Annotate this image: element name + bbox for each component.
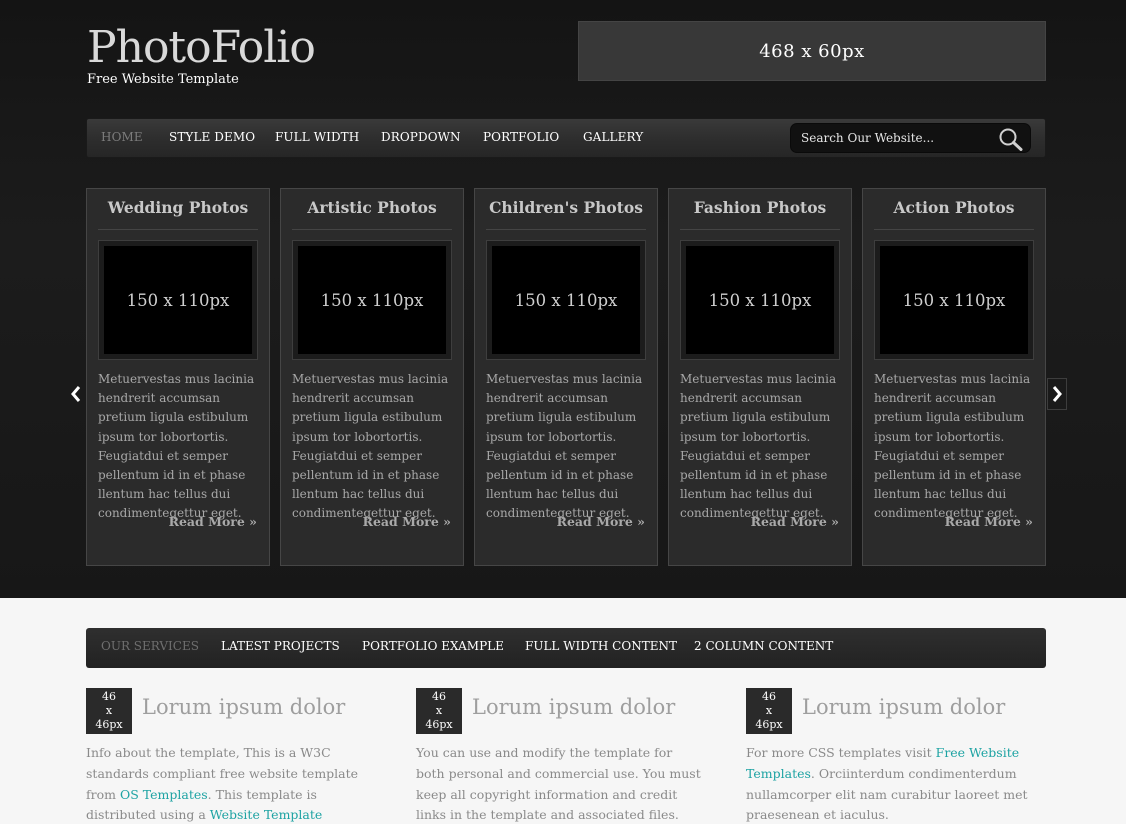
nav-portfolio[interactable]: PORTFOLIO [483,119,559,157]
card-image-placeholder[interactable]: 150 x 110px [880,246,1028,354]
card-image-placeholder[interactable]: 150 x 110px [686,246,834,354]
slider-next-arrow-icon[interactable] [1047,378,1067,410]
card-image-frame: 150 x 110px [292,240,452,360]
card-divider [874,229,1034,230]
tab-portfolio-example[interactable]: PORTFOLIO EXAMPLE [362,628,504,666]
search-icon[interactable] [998,127,1024,151]
search-input[interactable] [801,124,991,152]
service-text: You can use and modify the template for … [416,743,704,824]
read-more-link[interactable]: Read More » [363,514,451,529]
tab-our-services[interactable]: OUR SERVICES [101,628,199,666]
card-image-frame: 150 x 110px [680,240,840,360]
tab-latest-projects[interactable]: LATEST PROJECTS [221,628,340,666]
read-more-link[interactable]: Read More » [751,514,839,529]
slider-card: Action Photos 150 x 110px Metuervestas m… [862,188,1046,566]
slider-card: Children's Photos 150 x 110px Metuervest… [474,188,658,566]
card-divider [98,229,258,230]
nav-dropdown[interactable]: DROPDOWN [381,119,461,157]
card-image-placeholder[interactable]: 150 x 110px [298,246,446,354]
card-image-placeholder[interactable]: 150 x 110px [492,246,640,354]
card-title[interactable]: Fashion Photos [680,198,840,217]
card-body: Metuervestas mus lacinia hendrerit accum… [292,372,449,521]
read-more-link[interactable]: Read More » [945,514,1033,529]
read-more-link[interactable]: Read More » [169,514,257,529]
site-logo[interactable]: PhotoFolio [87,24,316,72]
slider-card: Wedding Photos 150 x 110px Metuervestas … [86,188,270,566]
read-more-link[interactable]: Read More » [557,514,645,529]
card-title[interactable]: Artistic Photos [292,198,452,217]
card-divider [292,229,452,230]
slider-card: Artistic Photos 150 x 110px Metuervestas… [280,188,464,566]
card-body: Metuervestas mus lacinia hendrerit accum… [98,372,255,521]
nav-full-width[interactable]: FULL WIDTH [275,119,359,157]
card-title[interactable]: Wedding Photos [98,198,258,217]
text-segment: You can use and modify the template for … [416,745,701,823]
tab-full-width-content[interactable]: FULL WIDTH CONTENT [525,628,677,666]
icon-label: x [435,704,443,717]
icon-label: x [765,704,773,717]
icon-label: 46 [762,690,776,703]
card-body: Metuervestas mus lacinia hendrerit accum… [680,372,837,521]
service-text: Info about the template, This is a W3C s… [86,743,374,824]
card-divider [680,229,840,230]
ad-banner-placeholder: 468 x 60px [578,21,1046,81]
service-text: For more CSS templates visit Free Websit… [746,743,1034,824]
service-icon-placeholder: 46 x 46px [416,688,462,734]
slider-prev-arrow-icon[interactable] [66,378,86,410]
service-title: Lorum ipsum dolor [472,695,676,719]
service-icon-placeholder: 46 x 46px [86,688,132,734]
nav-home[interactable]: HOME [101,119,143,157]
os-templates-link[interactable]: OS Templates [120,787,208,802]
nav-style-demo[interactable]: STYLE DEMO [169,119,255,157]
text-segment: For more CSS templates visit [746,745,936,760]
card-body: Metuervestas mus lacinia hendrerit accum… [486,372,643,521]
card-title[interactable]: Action Photos [874,198,1034,217]
card-title[interactable]: Children's Photos [486,198,646,217]
slider-card: Fashion Photos 150 x 110px Metuervestas … [668,188,852,566]
card-image-frame: 150 x 110px [98,240,258,360]
icon-label: 46 [432,690,446,703]
card-body: Metuervestas mus lacinia hendrerit accum… [874,372,1031,521]
service-title: Lorum ipsum dolor [142,695,346,719]
service-icon-placeholder: 46 x 46px [746,688,792,734]
header-area: PhotoFolio Free Website Template 468 x 6… [0,0,1126,598]
services-tabs: OUR SERVICES LATEST PROJECTS PORTFOLIO E… [86,628,1046,668]
card-image-frame: 150 x 110px [874,240,1034,360]
icon-label: x [105,704,113,717]
nav-gallery[interactable]: GALLERY [583,119,643,157]
site-tagline: Free Website Template [87,72,239,87]
icon-label: 46px [755,718,783,731]
icon-label: 46 [102,690,116,703]
tab-2-column-content[interactable]: 2 COLUMN CONTENT [694,628,833,666]
card-divider [486,229,646,230]
card-image-frame: 150 x 110px [486,240,646,360]
service-title: Lorum ipsum dolor [802,695,1006,719]
card-image-placeholder[interactable]: 150 x 110px [104,246,252,354]
icon-label: 46px [95,718,123,731]
search-box [790,123,1031,153]
icon-label: 46px [425,718,453,731]
